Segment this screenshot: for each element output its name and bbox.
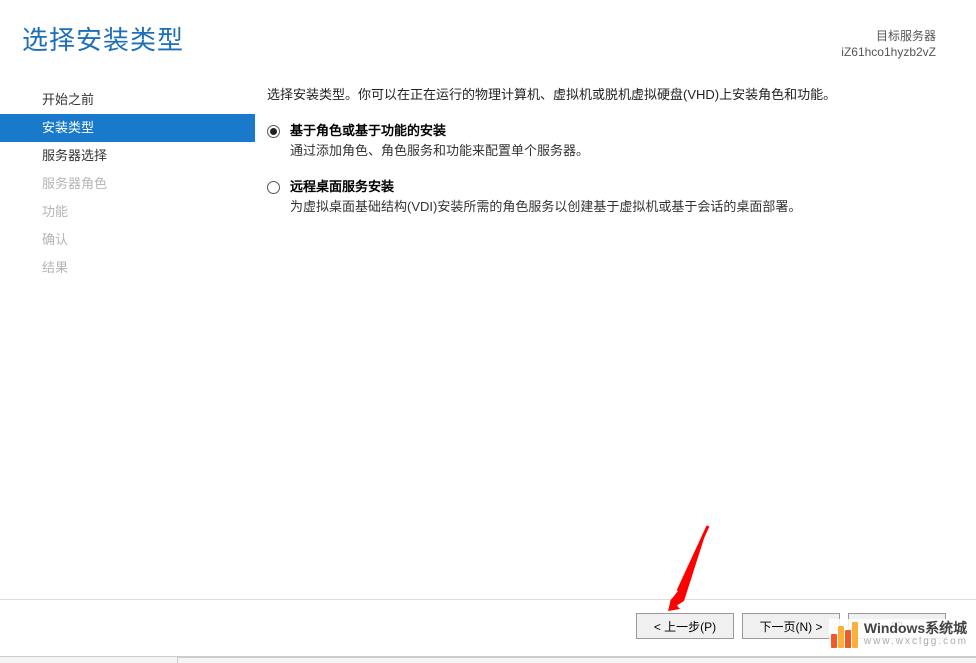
option-remote-desktop-title: 远程桌面服务安装 xyxy=(290,178,936,196)
previous-button[interactable]: < 上一步(P) xyxy=(636,613,734,639)
option-role-based-desc: 通过添加角色、角色服务和功能来配置单个服务器。 xyxy=(290,142,936,160)
content-row: 开始之前 安装类型 服务器选择 服务器角色 功能 确认 结果 选择安装类型。你可… xyxy=(0,82,976,593)
wizard-steps-sidebar: 开始之前 安装类型 服务器选择 服务器角色 功能 确认 结果 xyxy=(0,82,255,593)
sidebar-item-confirm: 确认 xyxy=(0,226,255,254)
watermark-title: Windows系统城 xyxy=(864,621,968,635)
option-remote-desktop-text: 远程桌面服务安装 为虚拟桌面基础结构(VDI)安装所需的角色服务以创建基于虚拟机… xyxy=(290,178,936,216)
sidebar-item-results: 结果 xyxy=(0,254,255,282)
option-role-based-title: 基于角色或基于功能的安装 xyxy=(290,122,936,140)
option-role-based[interactable]: 基于角色或基于功能的安装 通过添加角色、角色服务和功能来配置单个服务器。 xyxy=(267,122,936,160)
sidebar-item-before-begin[interactable]: 开始之前 xyxy=(0,86,255,114)
sidebar-item-server-select[interactable]: 服务器选择 xyxy=(0,142,255,170)
target-server-name: iZ61hco1hyzb2vZ xyxy=(841,44,936,60)
option-role-based-text: 基于角色或基于功能的安装 通过添加角色、角色服务和功能来配置单个服务器。 xyxy=(290,122,936,160)
option-remote-desktop-desc: 为虚拟桌面基础结构(VDI)安装所需的角色服务以创建基于虚拟机或基于会话的桌面部… xyxy=(290,198,936,216)
watermark: Windows系统城 www.wxclgg.com xyxy=(829,619,970,651)
watermark-text: Windows系统城 www.wxclgg.com xyxy=(864,621,968,649)
wizard-window: 选择安装类型 目标服务器 iZ61hco1hyzb2vZ 开始之前 安装类型 服… xyxy=(0,0,976,663)
target-server-info: 目标服务器 iZ61hco1hyzb2vZ xyxy=(841,28,936,60)
footer-separator xyxy=(0,599,976,600)
header: 选择安装类型 目标服务器 iZ61hco1hyzb2vZ xyxy=(0,0,976,80)
watermark-logo-icon xyxy=(831,622,858,648)
intro-text: 选择安装类型。你可以在正在运行的物理计算机、虚拟机或脱机虚拟硬盘(VHD)上安装… xyxy=(267,86,936,104)
next-button[interactable]: 下一页(N) > xyxy=(742,613,840,639)
page-title: 选择安装类型 xyxy=(22,20,184,57)
sidebar-item-server-roles: 服务器角色 xyxy=(0,170,255,198)
main-content: 选择安装类型。你可以在正在运行的物理计算机、虚拟机或脱机虚拟硬盘(VHD)上安装… xyxy=(255,82,976,593)
radio-remote-desktop[interactable] xyxy=(267,181,280,194)
watermark-url: www.wxclgg.com xyxy=(864,635,968,649)
bottom-bar xyxy=(0,656,976,663)
target-server-label: 目标服务器 xyxy=(841,28,936,44)
option-remote-desktop[interactable]: 远程桌面服务安装 为虚拟桌面基础结构(VDI)安装所需的角色服务以创建基于虚拟机… xyxy=(267,178,936,216)
sidebar-item-features: 功能 xyxy=(0,198,255,226)
radio-role-based[interactable] xyxy=(267,125,280,138)
sidebar-item-install-type[interactable]: 安装类型 xyxy=(0,114,255,142)
